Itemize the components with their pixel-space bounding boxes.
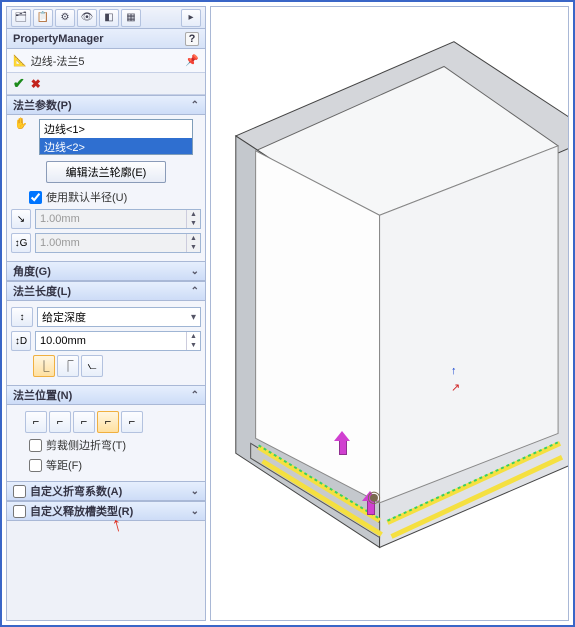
pin-icon[interactable]: 📌 — [185, 54, 199, 67]
property-manager-title: PropertyManager — [13, 33, 103, 45]
length-ref-tangent[interactable]: ⦦ — [81, 355, 103, 377]
pos-material-outside[interactable]: ⌐ — [49, 411, 71, 433]
edge-item-2[interactable]: 边线<2> — [40, 138, 192, 155]
length-ref-outer-virtual[interactable]: ⎿ — [33, 355, 55, 377]
pos-bend-outside[interactable]: ⌐ — [73, 411, 95, 433]
origin-y-axis: ↑ — [451, 365, 457, 377]
bend-radius-input: ▲▼ — [35, 209, 201, 229]
dropdown-icon: ▾ — [191, 312, 196, 323]
pos-material-inside[interactable]: ⌐ — [25, 411, 47, 433]
cancel-button[interactable]: ✖ — [31, 77, 41, 91]
gap-distance-input: ▲▼ — [35, 233, 201, 253]
tab-extra-2[interactable]: ▦ — [121, 9, 141, 27]
feature-title-row: 📐 边线-法兰5 📌 — [7, 49, 205, 73]
trim-side-bends-checkbox[interactable]: 剪裁侧边折弯(T) — [11, 435, 201, 455]
end-condition-select[interactable]: 给定深度 ▾ — [37, 307, 201, 327]
chevron-up-icon: ⌃ — [191, 390, 199, 401]
drag-handle-sphere[interactable]: ◉ — [367, 487, 381, 507]
model-render — [211, 7, 568, 617]
graphics-viewport[interactable]: ↑ ↗ ◉ — [210, 6, 569, 621]
end-condition-icon: ↕ — [11, 307, 33, 327]
chevron-down-icon: ⌄ — [191, 266, 199, 277]
origin-x-axis: ↗ — [451, 381, 460, 394]
pos-bend-tangent[interactable]: ⌐ — [121, 411, 143, 433]
feature-name: 边线-法兰5 — [31, 53, 85, 69]
edge-item-1[interactable]: 边线<1> — [40, 120, 192, 138]
section-custom-bend-allowance[interactable]: 自定义折弯系数(A) ⌄ — [7, 481, 205, 501]
ok-button[interactable]: ✔ — [13, 75, 25, 92]
tab-overflow[interactable]: ▸ — [181, 9, 201, 27]
offset-checkbox[interactable]: 等距(F) — [11, 455, 201, 475]
chevron-down-icon: ⌄ — [191, 506, 199, 517]
section-flange-length[interactable]: 法兰长度(L) ⌃ — [7, 281, 205, 301]
section-angle[interactable]: 角度(G) ⌄ — [7, 261, 205, 281]
use-default-radius-checkbox[interactable]: 使用默认半径(U) — [11, 187, 201, 207]
section-custom-relief-type[interactable]: 自定义释放槽类型(R) ⌄ — [7, 501, 205, 521]
length-ref-inner-virtual[interactable]: ⎾ — [57, 355, 79, 377]
selection-icon: ✋ — [9, 117, 33, 130]
flange-length-input[interactable]: ▲▼ — [35, 331, 201, 351]
flange-direction-handle-1[interactable] — [331, 435, 353, 457]
tab-extra-1[interactable]: ◧ — [99, 9, 119, 27]
chevron-down-icon: ⌄ — [191, 486, 199, 497]
section-flange-params[interactable]: 法兰参数(P) ⌃ — [7, 95, 205, 115]
property-manager-header: PropertyManager ? — [7, 29, 205, 49]
confirm-row: ✔ ✖ — [7, 73, 205, 95]
panel-tab-bar: 🗂 📋 ⚙ 👁 ◧ ▦ ▸ — [7, 7, 205, 29]
tab-display[interactable]: 👁 — [77, 9, 97, 27]
spin-down[interactable]: ▼ — [187, 341, 200, 350]
chevron-up-icon: ⌃ — [191, 286, 199, 297]
edge-flange-icon: 📐 — [13, 54, 27, 67]
tab-property-manager[interactable]: 📋 — [33, 9, 53, 27]
length-dim-icon: ↕D — [11, 331, 31, 351]
gap-distance-icon: ↕G — [11, 233, 31, 253]
tab-config[interactable]: ⚙ — [55, 9, 75, 27]
spin-up[interactable]: ▲ — [187, 332, 200, 341]
edge-selection-list[interactable]: 边线<1> 边线<2> — [39, 119, 193, 155]
section-flange-position[interactable]: 法兰位置(N) ⌃ — [7, 385, 205, 405]
bend-radius-icon: ↘ — [11, 209, 31, 229]
tab-feature-tree[interactable]: 🗂 — [11, 9, 31, 27]
pos-bend-virtual-sharp[interactable]: ⌐ — [97, 411, 119, 433]
chevron-up-icon: ⌃ — [191, 100, 199, 111]
help-button[interactable]: ? — [185, 32, 199, 46]
edit-flange-profile-button[interactable]: 编辑法兰轮廓(E) — [46, 161, 166, 183]
